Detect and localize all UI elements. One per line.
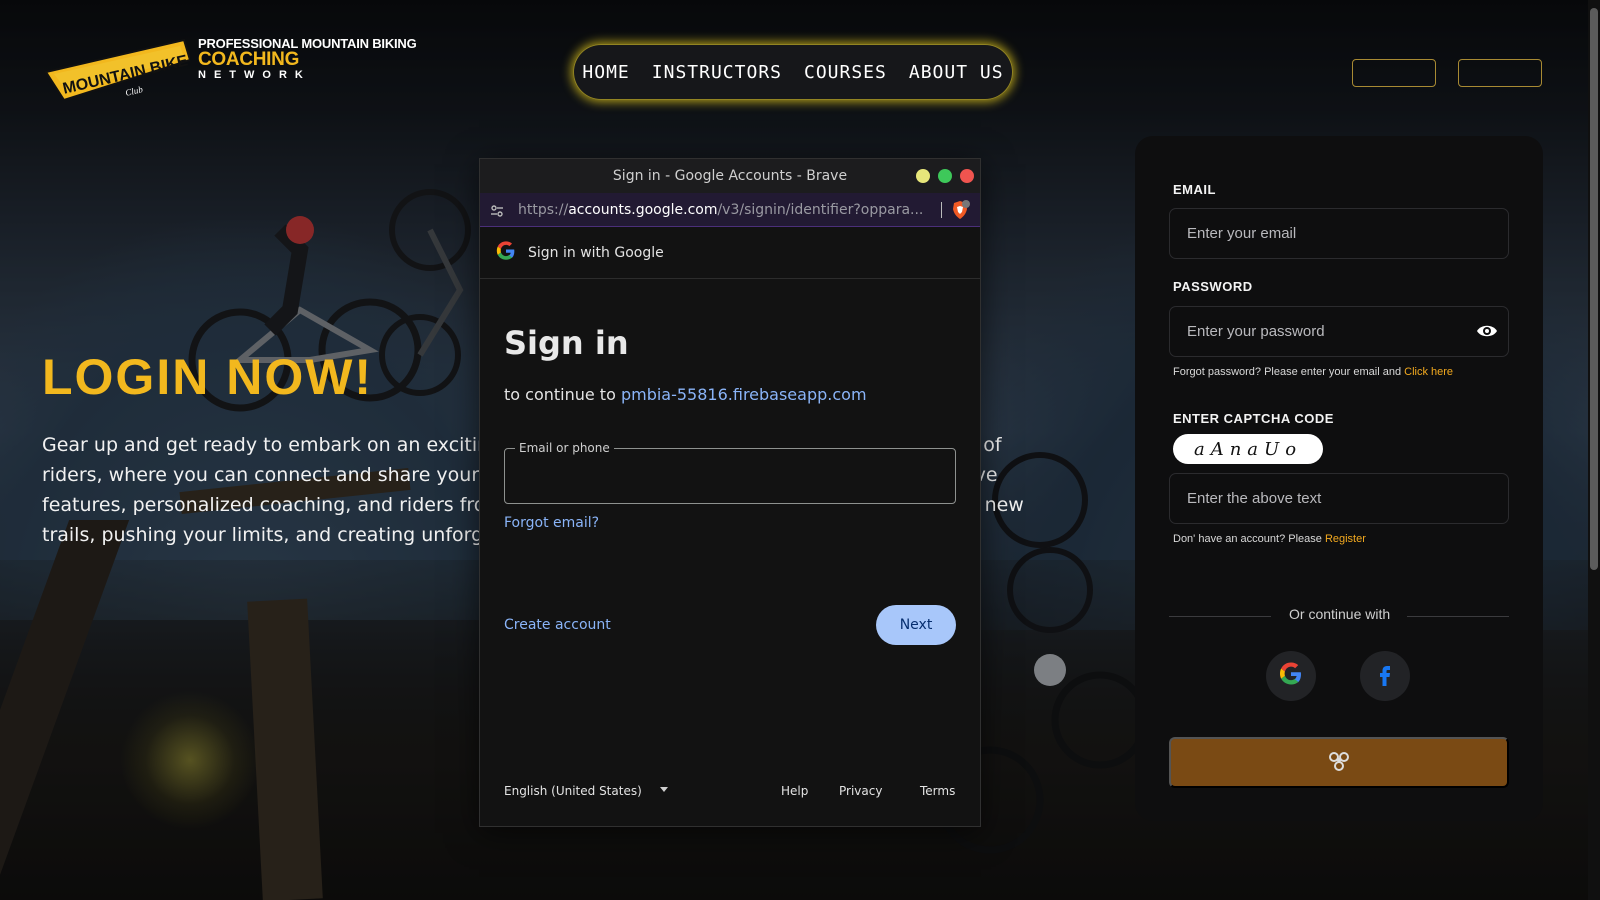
next-button[interactable]: Next (876, 605, 956, 645)
captcha-label: ENTER CAPTCHA CODE (1173, 411, 1334, 426)
logo-badge-sub: Club (124, 84, 144, 98)
url-host: accounts.google.com (568, 202, 718, 218)
forgot-password-text: Forgot password? Please enter your email… (1173, 366, 1405, 378)
google-signin-popup: Sign in - Google Accounts - Brave https:… (479, 158, 981, 827)
nav-about-us[interactable]: ABOUT US (909, 62, 1004, 83)
site-logo[interactable]: MOUNTAIN BIKE Club PROFESSIONAL MOUNTAIN… (44, 34, 417, 102)
login-panel: EMAIL Enter your email PASSWORD Enter yo… (1135, 136, 1543, 821)
register-note: Don' have an account? Please Register (1173, 533, 1366, 545)
create-account-link[interactable]: Create account (504, 617, 611, 633)
email-label: EMAIL (1173, 182, 1216, 197)
header-button-1[interactable] (1352, 59, 1436, 87)
captcha-placeholder: Enter the above text (1187, 490, 1322, 507)
logo-line-3: NETWORK (198, 69, 311, 81)
register-link[interactable]: Register (1325, 533, 1366, 545)
divider-right (1407, 616, 1509, 617)
email-placeholder: Enter your email (1187, 225, 1297, 242)
logo-line-2: COACHING (198, 49, 300, 70)
loading-spinner-icon (1325, 747, 1353, 778)
password-input[interactable]: Enter your password (1169, 306, 1509, 357)
nav-home[interactable]: HOME (582, 62, 629, 83)
main-nav: HOME INSTRUCTORS COURSES ABOUT US (573, 44, 1013, 100)
password-placeholder: Enter your password (1187, 323, 1325, 340)
email-or-phone-label: Email or phone (515, 441, 614, 455)
language-selector[interactable]: English (United States) (504, 784, 642, 798)
page-scrollbar[interactable] (1588, 0, 1600, 900)
scrollbar-thumb[interactable] (1590, 8, 1598, 570)
forgot-email-link[interactable]: Forgot email? (504, 515, 599, 531)
divider-left (1169, 616, 1271, 617)
captcha-input[interactable]: Enter the above text (1169, 473, 1509, 524)
popup-url: https://accounts.google.com/v3/signin/id… (518, 202, 923, 218)
header-button-2[interactable] (1458, 59, 1542, 87)
site-settings-icon[interactable] (490, 203, 504, 222)
facebook-icon (1373, 662, 1397, 690)
nav-courses[interactable]: COURSES (804, 62, 887, 83)
logo-badge: MOUNTAIN BIKE Club (44, 34, 192, 102)
language-caret-icon[interactable] (660, 787, 668, 792)
help-link[interactable]: Help (781, 784, 808, 798)
email-input[interactable]: Enter your email (1169, 208, 1509, 259)
eye-icon[interactable] (1476, 323, 1498, 343)
continue-text: to continue to pmbia-55816.firebaseapp.c… (504, 385, 867, 404)
brave-shield-icon[interactable] (950, 200, 970, 224)
password-label: PASSWORD (1173, 279, 1253, 294)
url-path: /v3/signin/identifier?oppara... (717, 202, 924, 218)
email-or-phone-input[interactable]: Email or phone (504, 441, 956, 504)
continue-domain-link[interactable]: pmbia-55816.firebaseapp.com (621, 385, 867, 404)
facebook-login-button[interactable] (1360, 651, 1410, 701)
privacy-link[interactable]: Privacy (839, 784, 882, 798)
forgot-password-note: Forgot password? Please enter your email… (1173, 366, 1453, 378)
popup-titlebar[interactable]: Sign in - Google Accounts - Brave (480, 159, 980, 193)
google-login-button[interactable] (1266, 651, 1316, 701)
signin-heading: Sign in (504, 324, 629, 362)
google-signin-bar: Sign in with Google (480, 227, 980, 279)
google-signin-bar-text: Sign in with Google (528, 244, 664, 261)
popup-address-bar[interactable]: https://accounts.google.com/v3/signin/id… (480, 193, 980, 227)
captcha-image: aAnaUo (1173, 434, 1323, 464)
url-scheme: https:// (518, 202, 569, 218)
login-submit-button[interactable] (1169, 737, 1509, 788)
popup-window-title: Sign in - Google Accounts - Brave (612, 168, 848, 184)
minimize-button[interactable] (916, 169, 930, 183)
google-icon (1279, 662, 1303, 690)
close-button[interactable] (960, 169, 974, 183)
url-separator (941, 202, 942, 218)
hero-title: LOGIN NOW! (42, 349, 374, 405)
nav-instructors[interactable]: INSTRUCTORS (652, 62, 782, 83)
terms-link[interactable]: Terms (920, 784, 955, 798)
forgot-password-link[interactable]: Click here (1404, 366, 1453, 378)
or-continue-text: Or continue with (1289, 606, 1391, 622)
continue-prefix: to continue to (504, 385, 621, 404)
google-logo-icon (496, 240, 516, 265)
maximize-button[interactable] (938, 169, 952, 183)
register-text: Don' have an account? Please (1173, 533, 1325, 545)
